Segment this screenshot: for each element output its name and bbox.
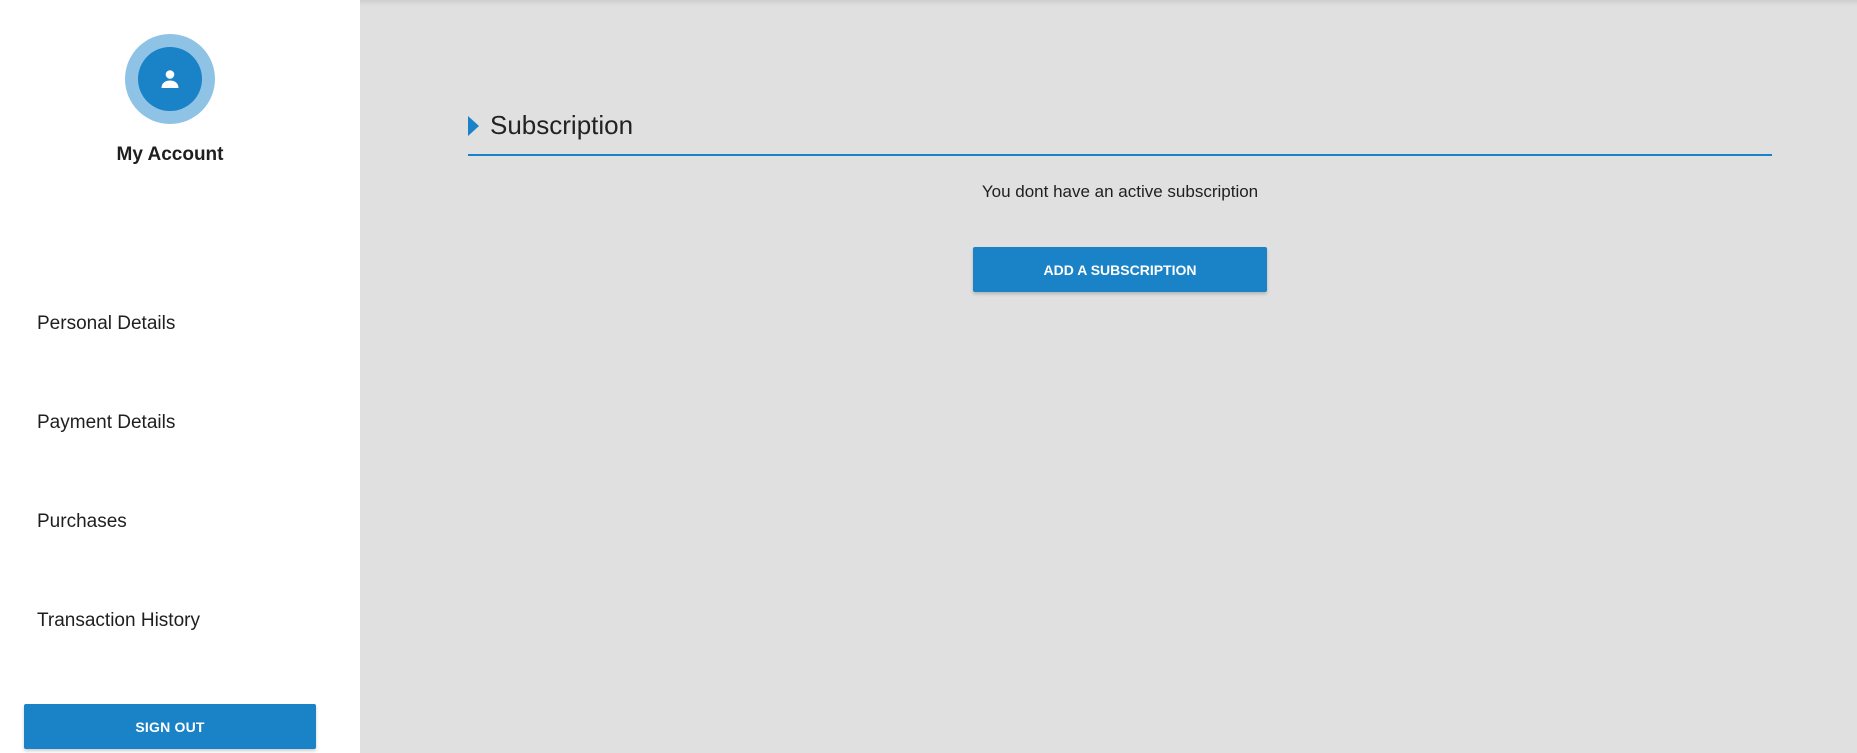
section-title: Subscription xyxy=(490,110,634,140)
sidebar-item-purchases[interactable]: Purchases xyxy=(0,472,360,571)
app: My Account Personal Details Payment Deta… xyxy=(0,0,1857,753)
sidebar: My Account Personal Details Payment Deta… xyxy=(0,0,360,753)
top-shadow xyxy=(360,0,1857,6)
sidebar-item-payment-details[interactable]: Payment Details xyxy=(0,373,360,472)
person-icon xyxy=(161,70,179,88)
account-title: My Account xyxy=(116,144,224,165)
sign-out-button[interactable]: SIGN OUT xyxy=(24,704,316,749)
sidebar-item-transaction-history[interactable]: Transaction History xyxy=(0,571,360,670)
sidebar-nav: Personal Details Payment Details Purchas… xyxy=(0,274,360,670)
sidebar-item-personal-details[interactable]: Personal Details xyxy=(0,274,360,373)
section-header: Subscription xyxy=(468,106,1772,156)
main-content: Subscription You dont have an active sub… xyxy=(360,0,1857,753)
add-subscription-button[interactable]: ADD A SUBSCRIPTION xyxy=(973,247,1267,292)
caret-right-icon xyxy=(468,116,479,136)
avatar-circle xyxy=(138,47,202,111)
avatar xyxy=(125,34,215,124)
empty-state-message: You dont have an active subscription xyxy=(981,182,1259,201)
